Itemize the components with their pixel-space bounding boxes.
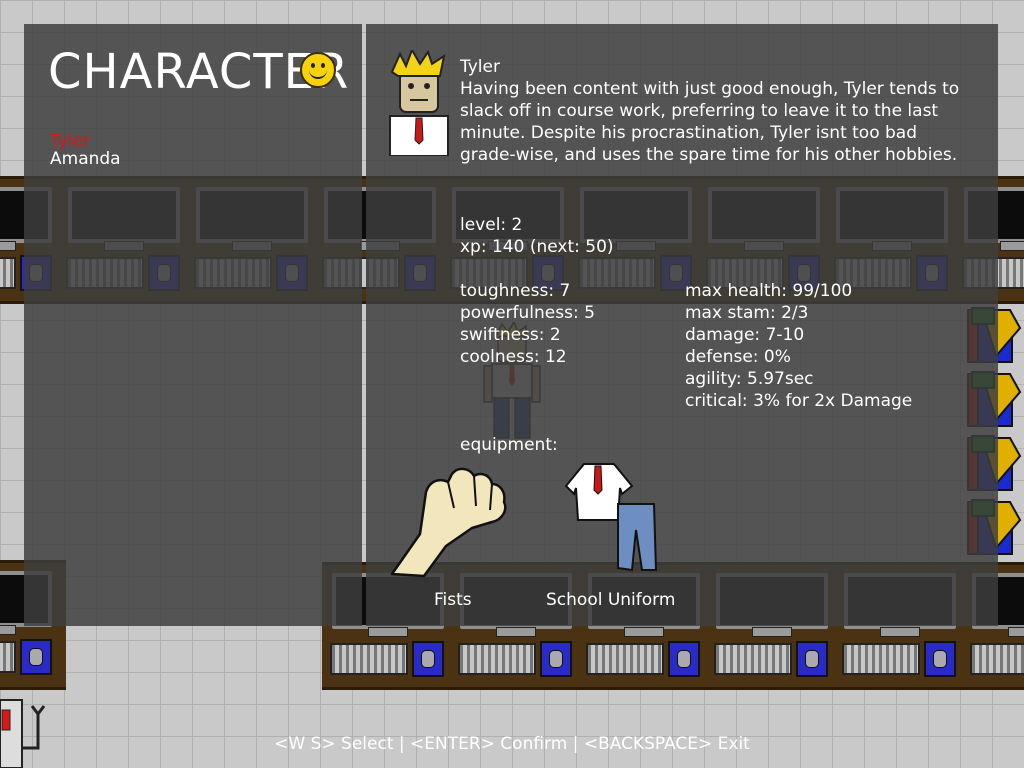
fist-icon[interactable] — [386, 462, 512, 578]
stat-agility: agility: 5.97sec — [685, 369, 814, 389]
character-portrait — [389, 50, 449, 156]
character-select-panel: CHARACTER Tyler Amanda — [24, 24, 362, 626]
character-list: Tyler Amanda — [50, 132, 121, 168]
character-option[interactable]: Amanda — [50, 150, 121, 168]
stat-max-health: max health: 99/100 — [685, 281, 853, 301]
stat-swiftness: swiftness: 2 — [460, 325, 561, 345]
robot-icon — [0, 699, 46, 768]
equipment-heading: equipment: — [460, 435, 558, 455]
stat-coolness: coolness: 12 — [460, 347, 567, 367]
character-name: Tyler — [460, 57, 500, 77]
stat-powerfulness: powerfulness: 5 — [460, 303, 595, 323]
school-uniform-icon[interactable] — [564, 460, 664, 572]
level-value: level: 2 — [460, 215, 523, 235]
controls-hint: <W S> Select | <ENTER> Confirm | <BACKSP… — [274, 734, 750, 754]
equipment-item-label-uniform: School Uniform — [546, 590, 676, 610]
stat-damage: damage: 7-10 — [685, 325, 805, 345]
stat-critical: critical: 3% for 2x Damage — [685, 391, 913, 411]
character-option-selected[interactable]: Tyler — [50, 132, 121, 150]
xp-value: xp: 140 (next: 50) — [460, 237, 614, 257]
stat-max-stamina: max stam: 2/3 — [685, 303, 809, 323]
smiley-icon — [300, 52, 336, 88]
character-description: Having been content with just good enoug… — [460, 79, 960, 165]
equipment-item-label-fists: Fists — [434, 590, 472, 610]
stat-defense: defense: 0% — [685, 347, 791, 367]
stat-toughness: toughness: 7 — [460, 281, 571, 301]
